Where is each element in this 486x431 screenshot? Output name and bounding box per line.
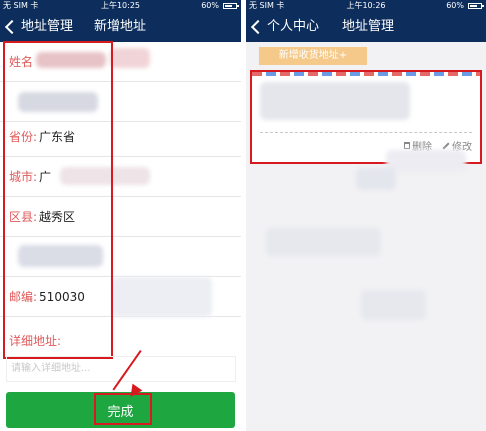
redacted-block	[361, 290, 426, 320]
redacted-block	[386, 150, 466, 172]
back-button[interactable]: 地址管理	[4, 12, 73, 42]
status-bar: 无 SIM 卡 上午10:26 60%	[246, 0, 486, 12]
left-phone-screen: 无 SIM 卡 上午10:25 60% 地址管理 新增地址 姓名 省份: 广东省…	[0, 0, 241, 431]
redacted-overlay	[112, 277, 212, 317]
back-label: 个人中心	[267, 19, 320, 34]
battery-percent: 60%	[201, 1, 219, 10]
page-title: 新增地址	[94, 19, 147, 34]
battery-percent: 60%	[446, 1, 464, 10]
redacted-block	[266, 228, 381, 256]
redacted-block	[356, 168, 396, 190]
add-address-button[interactable]: 新增收货地址+	[259, 47, 367, 65]
chevron-left-icon	[4, 19, 20, 35]
battery-icon	[223, 3, 239, 9]
back-button[interactable]: 个人中心	[250, 12, 319, 42]
nav-bar: 个人中心 地址管理	[246, 12, 486, 42]
page-title: 地址管理	[342, 19, 395, 34]
chevron-left-icon	[250, 19, 266, 35]
annotation-highlight-form	[3, 41, 113, 359]
status-bar: 无 SIM 卡 上午10:25 60%	[0, 0, 241, 12]
nav-bar: 地址管理 新增地址	[0, 12, 241, 42]
annotation-highlight-done	[94, 393, 152, 425]
right-phone-screen: 无 SIM 卡 上午10:26 60% 个人中心 地址管理 新增收货地址+ 删除…	[246, 0, 486, 431]
battery-icon	[468, 3, 484, 9]
redacted-block	[110, 48, 150, 68]
back-label: 地址管理	[21, 19, 74, 34]
